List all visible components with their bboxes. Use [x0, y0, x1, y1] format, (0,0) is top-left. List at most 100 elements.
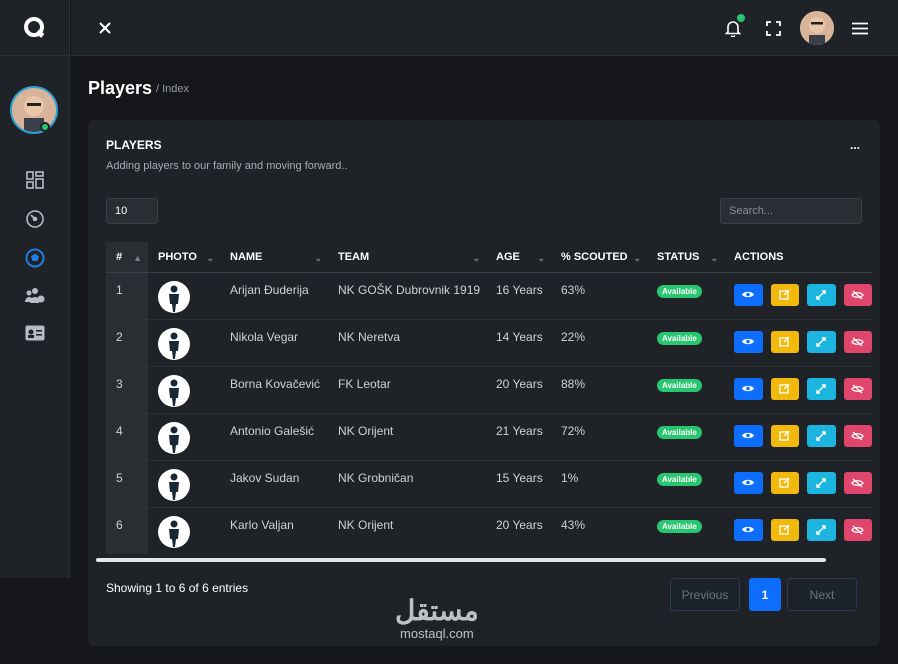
cell-age: 15 Years: [486, 460, 551, 508]
table-row[interactable]: 2 Nikola Vegar NK Neretva 14 Years 22% Availa…: [106, 319, 872, 367]
table-row[interactable]: 4 Antonio Galešić NK Orijent 21 Years 72% Ava…: [106, 413, 872, 461]
sort-icon: ⌄: [710, 253, 718, 263]
cell-name: Antonio Galešić: [220, 413, 328, 461]
view-button[interactable]: [734, 518, 763, 541]
transfer-icon: [816, 383, 826, 394]
player-photo[interactable]: [158, 468, 190, 501]
edit-button[interactable]: [770, 330, 799, 353]
edit-icon: [779, 383, 790, 394]
player-photo[interactable]: [158, 515, 190, 548]
status-badge: Available: [657, 331, 702, 345]
fullscreen-icon: [765, 20, 781, 36]
table-row[interactable]: 5 Jakov Sudan NK Grobničan 15 Years 1% Availa…: [106, 460, 872, 508]
user-avatar[interactable]: [800, 11, 834, 45]
cell-age: 20 Years: [486, 366, 551, 414]
table-row[interactable]: 6 Karlo Valjan NK Orijent 20 Years 43% Availa…: [106, 507, 872, 554]
hide-button[interactable]: [843, 424, 872, 447]
col-header-number[interactable]: # ▲: [106, 242, 148, 273]
edit-button[interactable]: [770, 377, 799, 400]
view-button[interactable]: [734, 283, 763, 306]
eye-slash-icon: [851, 431, 865, 440]
sidebar-item-dashboard[interactable]: [24, 169, 46, 191]
logo[interactable]: [0, 0, 69, 56]
player-photo[interactable]: [158, 421, 190, 454]
sidebar-avatar[interactable]: [10, 86, 58, 134]
transfer-icon: [816, 430, 826, 441]
cell-scouted: 1%: [551, 460, 647, 508]
cell-age: 14 Years: [486, 319, 551, 367]
sidebar-item-users[interactable]: [24, 285, 46, 307]
transfer-button[interactable]: [807, 377, 836, 400]
player-silhouette-icon: [169, 426, 179, 453]
col-header-scouted[interactable]: % SCOUTED ⌄: [551, 242, 647, 273]
cell-actions: [724, 460, 872, 508]
table-row[interactable]: 3 Borna Kovačević FK Leotar 20 Years 88% Avai…: [106, 366, 872, 414]
edit-button[interactable]: [770, 518, 799, 541]
cell-actions: [724, 413, 872, 461]
hide-button[interactable]: [843, 471, 872, 494]
edit-button[interactable]: [770, 471, 799, 494]
transfer-button[interactable]: [807, 471, 836, 494]
hide-button[interactable]: [843, 518, 872, 541]
table-info: Showing 1 to 6 of 6 entries: [106, 581, 249, 595]
cell-status: Available: [647, 460, 724, 508]
eye-icon: [742, 338, 755, 345]
notifications-button[interactable]: [721, 14, 745, 40]
cell-photo: [148, 413, 220, 461]
player-silhouette-icon: [169, 285, 179, 312]
card-options-menu[interactable]: ...: [850, 138, 860, 152]
horizontal-scrollbar[interactable]: [96, 558, 826, 562]
cell-team: NK Orijent: [328, 413, 486, 461]
table-row[interactable]: 1 Arijan Đuderija NK GOŠK Dubrovnik 1919 16…: [106, 272, 872, 320]
cell-status: Available: [647, 366, 724, 414]
col-header-age[interactable]: AGE ⌄: [486, 242, 551, 273]
player-photo[interactable]: [158, 327, 190, 360]
players-table-wrapper: # ▲ PHOTO ⌄ NAME ⌄ TEAM ⌄ AGE ⌄ % SCOUTED ⌄ ST…: [106, 242, 872, 554]
sidebar-item-cards[interactable]: [24, 322, 46, 344]
player-photo[interactable]: [158, 280, 190, 313]
cell-name: Jakov Sudan: [220, 460, 328, 508]
view-button[interactable]: [734, 377, 763, 400]
status-badge: Available: [657, 519, 702, 533]
col-header-team[interactable]: TEAM ⌄: [328, 242, 486, 273]
breadcrumb: / Index: [156, 83, 190, 95]
close-button[interactable]: [93, 16, 117, 40]
page-length-select[interactable]: 10: [106, 198, 158, 224]
view-button[interactable]: [734, 424, 763, 447]
cell-scouted: 72%: [551, 413, 647, 461]
col-header-photo[interactable]: PHOTO ⌄: [148, 242, 220, 273]
fullscreen-button[interactable]: [761, 16, 785, 40]
hide-button[interactable]: [843, 283, 872, 306]
transfer-button[interactable]: [807, 330, 836, 353]
card-title: PLAYERS: [106, 138, 162, 152]
status-badge: Available: [657, 472, 702, 486]
cell-team: FK Leotar: [328, 366, 486, 414]
hide-button[interactable]: [843, 330, 872, 353]
cell-scouted: 88%: [551, 366, 647, 414]
cell-status: Available: [647, 319, 724, 367]
edit-button[interactable]: [770, 283, 799, 306]
eye-icon: [742, 291, 755, 298]
player-photo[interactable]: [158, 374, 190, 407]
sidebar-item-players[interactable]: [24, 247, 46, 269]
transfer-button[interactable]: [807, 424, 836, 447]
col-header-status[interactable]: STATUS ⌄: [647, 242, 724, 273]
next-button[interactable]: Next: [787, 578, 857, 611]
cell-team: NK Grobničan: [328, 460, 486, 508]
eye-icon: [742, 479, 755, 486]
search-input[interactable]: [720, 198, 862, 224]
view-button[interactable]: [734, 330, 763, 353]
sidebar-item-analytics[interactable]: [24, 208, 46, 230]
transfer-icon: [816, 289, 826, 300]
hide-button[interactable]: [843, 377, 872, 400]
view-button[interactable]: [734, 471, 763, 494]
transfer-button[interactable]: [807, 518, 836, 541]
col-header-name[interactable]: NAME ⌄: [220, 242, 328, 273]
page-1-button[interactable]: 1: [749, 578, 781, 611]
edit-button[interactable]: [770, 424, 799, 447]
transfer-button[interactable]: [807, 283, 836, 306]
page-title: Players: [88, 78, 153, 98]
previous-button[interactable]: Previous: [670, 578, 740, 611]
menu-button[interactable]: [848, 16, 872, 40]
cell-photo: [148, 366, 220, 414]
